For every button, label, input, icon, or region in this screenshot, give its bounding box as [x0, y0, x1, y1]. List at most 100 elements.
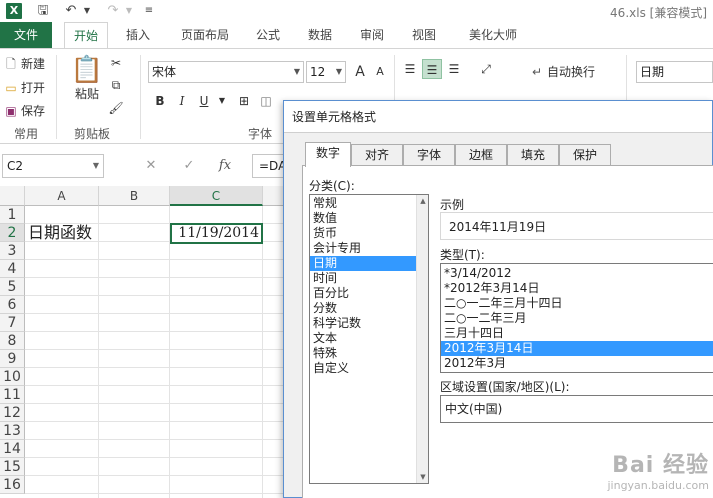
open-button[interactable]: ▭ 打开: [4, 79, 45, 96]
row-header[interactable]: 5: [0, 278, 25, 296]
tab-border[interactable]: 边框: [455, 144, 507, 166]
row-header[interactable]: 16: [0, 476, 25, 494]
category-scrollbar[interactable]: ▲ ▼: [416, 195, 428, 483]
borders-icon[interactable]: ⊞: [234, 91, 254, 111]
tab-review[interactable]: 审阅: [354, 22, 390, 48]
confirm-entry-icon[interactable]: ✓: [178, 156, 200, 176]
paste-button[interactable]: 📋 粘贴: [70, 55, 104, 115]
tab-beautify[interactable]: 美化大师: [462, 22, 524, 48]
category-item[interactable]: 常规: [310, 196, 416, 211]
tab-fill[interactable]: 填充: [507, 144, 559, 166]
shrink-font-button[interactable]: A: [370, 62, 390, 82]
type-item[interactable]: 二○一二年三月十四日: [441, 296, 713, 311]
watermark-text: Bai 经验: [612, 453, 709, 478]
fill-color-icon[interactable]: ◫: [256, 91, 276, 111]
insert-function-icon[interactable]: fx: [214, 156, 236, 176]
row-header[interactable]: 7: [0, 314, 25, 332]
align-top-icon[interactable]: ☰: [400, 59, 420, 79]
tab-font[interactable]: 字体: [403, 144, 455, 166]
number-format-select[interactable]: 日期: [636, 61, 713, 83]
tab-formulas[interactable]: 公式: [250, 22, 286, 48]
column-header-b[interactable]: B: [99, 186, 170, 206]
type-item[interactable]: *2012年3月14日: [441, 281, 713, 296]
save-label: 保存: [21, 104, 46, 118]
row-header[interactable]: 1: [0, 206, 25, 224]
type-item[interactable]: 二○一二年三月: [441, 311, 713, 326]
wrap-text-button[interactable]: ↵ 自动换行: [530, 63, 595, 80]
row-header[interactable]: 11: [0, 386, 25, 404]
customize-toolbar-icon[interactable]: ≡: [140, 2, 158, 20]
tab-protection[interactable]: 保护: [559, 144, 611, 166]
row-header[interactable]: 12: [0, 404, 25, 422]
tab-number[interactable]: 数字: [305, 142, 351, 167]
cut-icon[interactable]: ✂: [106, 53, 126, 73]
align-middle-icon[interactable]: ☰: [422, 59, 442, 79]
row-header[interactable]: 13: [0, 422, 25, 440]
row-header[interactable]: 8: [0, 332, 25, 350]
row-header[interactable]: 15: [0, 458, 25, 476]
column-header-a[interactable]: A: [25, 186, 99, 206]
redo-dropdown-icon[interactable]: ▼: [120, 2, 138, 20]
category-item[interactable]: 分数: [310, 301, 416, 316]
wrap-text-icon: ↵: [531, 65, 543, 79]
category-item[interactable]: 自定义: [310, 361, 416, 376]
tab-alignment[interactable]: 对齐: [351, 144, 403, 166]
copy-icon[interactable]: ⧉: [106, 75, 126, 95]
cancel-entry-icon[interactable]: ✕: [140, 156, 162, 176]
category-item[interactable]: 时间: [310, 271, 416, 286]
tab-page-layout[interactable]: 页面布局: [172, 22, 238, 48]
tab-view[interactable]: 视图: [406, 22, 442, 48]
category-item[interactable]: 数值: [310, 211, 416, 226]
row-header[interactable]: 4: [0, 260, 25, 278]
category-item[interactable]: 货币: [310, 226, 416, 241]
type-item[interactable]: *3/14/2012: [441, 266, 713, 281]
row-header[interactable]: 3: [0, 242, 25, 260]
region-select[interactable]: 中文(中国): [440, 395, 713, 423]
column-header-c[interactable]: C: [170, 186, 263, 206]
new-file-icon: 🗋: [6, 57, 16, 71]
font-size-select[interactable]: 12 ▼: [306, 61, 346, 83]
category-item[interactable]: 日期: [310, 256, 416, 271]
wrap-text-label: 自动换行: [547, 65, 596, 79]
open-folder-icon: ▭: [5, 81, 17, 95]
align-bottom-icon[interactable]: ☰: [444, 59, 464, 79]
category-item[interactable]: 科学记数: [310, 316, 416, 331]
type-item[interactable]: 2012年3月14日: [441, 341, 713, 356]
row-header[interactable]: 10: [0, 368, 25, 386]
format-painter-icon[interactable]: 🖌: [106, 98, 126, 118]
watermark-url: jingyan.baidu.com: [607, 479, 709, 492]
underline-button[interactable]: U: [194, 91, 214, 111]
save-icon[interactable]: 🖫: [34, 2, 52, 20]
scroll-down-icon[interactable]: ▼: [417, 471, 428, 483]
bold-button[interactable]: B: [150, 91, 170, 111]
font-name-select[interactable]: 宋体 ▼: [148, 61, 304, 83]
tab-home[interactable]: 开始: [64, 22, 108, 49]
category-item[interactable]: 特殊: [310, 346, 416, 361]
category-item[interactable]: 会计专用: [310, 241, 416, 256]
row-header[interactable]: 14: [0, 440, 25, 458]
tab-data[interactable]: 数据: [302, 22, 338, 48]
undo-dropdown-icon[interactable]: ▼: [78, 2, 96, 20]
cell-a2[interactable]: 日期函数: [28, 224, 92, 242]
type-item[interactable]: 三月十四日: [441, 326, 713, 341]
underline-dropdown-icon[interactable]: ▼: [212, 91, 232, 111]
grow-font-button[interactable]: A: [350, 62, 370, 82]
scroll-up-icon[interactable]: ▲: [417, 195, 428, 207]
new-button[interactable]: 🗋 新建: [4, 55, 45, 76]
orientation-icon[interactable]: ⤢: [476, 59, 496, 79]
save-button[interactable]: ▣ 保存: [4, 102, 45, 119]
cell-c2-selected[interactable]: 11/19/2014: [170, 223, 263, 244]
row-header[interactable]: 2: [0, 224, 25, 242]
category-item[interactable]: 文本: [310, 331, 416, 346]
select-all-corner[interactable]: [0, 186, 25, 206]
tab-insert[interactable]: 插入: [118, 22, 158, 48]
type-list[interactable]: *3/14/2012 *2012年3月14日 二○一二年三月十四日 二○一二年三月 三月…: [440, 263, 713, 373]
category-item[interactable]: 百分比: [310, 286, 416, 301]
tab-file[interactable]: 文件: [0, 22, 52, 48]
row-header[interactable]: 9: [0, 350, 25, 368]
name-box[interactable]: C2 ▼: [2, 154, 104, 178]
type-item[interactable]: 2012年3月: [441, 356, 713, 371]
category-list[interactable]: 常规 数值 货币 会计专用 日期 时间 百分比 分数 科学记数 文本 特殊 自定义 ▲ ▼: [309, 194, 429, 484]
italic-button[interactable]: I: [172, 91, 192, 111]
row-header[interactable]: 6: [0, 296, 25, 314]
